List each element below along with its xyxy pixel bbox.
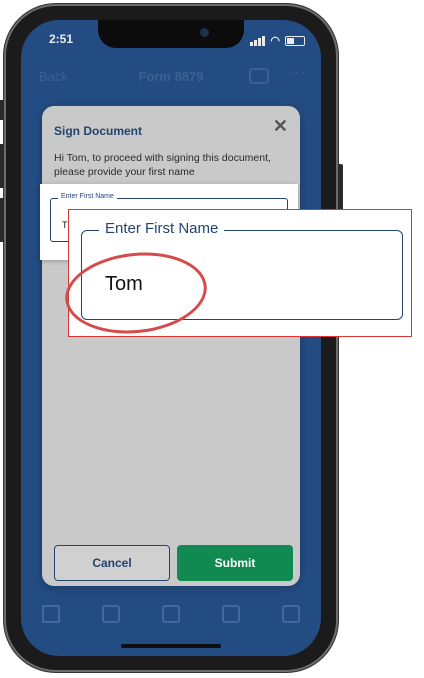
home-icon[interactable] [42,605,60,623]
first-name-label: Enter First Name [58,193,117,200]
close-icon[interactable]: ✕ [273,116,288,137]
dialog-message: Hi Tom, to proceed with signing this doc… [54,152,271,178]
notch [98,20,244,48]
app-screen: 2:51 ◠ Back Form 8879 ··· Sign Document … [21,20,321,656]
submit-button[interactable]: Submit [177,545,293,581]
forms-icon[interactable] [282,605,300,623]
volume-down-button [0,198,4,242]
first-name-value-truncated: T [62,220,68,230]
phone-frame: 2:51 ◠ Back Form 8879 ··· Sign Document … [0,4,343,672]
zoom-callout: Enter First Name Tom [61,209,412,341]
sign-document-dialog: Sign Document ✕ Hi Tom, to proceed with … [42,106,300,586]
document-icon[interactable] [102,605,120,623]
dialog-title: Sign Document [54,124,143,138]
tab-bar [21,596,321,632]
sign-icon[interactable] [222,605,240,623]
home-indicator [121,644,221,648]
camera-icon [200,28,209,37]
first-name-label-zoomed: Enter First Name [99,220,225,237]
mute-switch [0,100,4,120]
volume-up-button [0,144,4,188]
message-icon[interactable] [162,605,180,623]
cancel-button[interactable]: Cancel [54,545,170,581]
